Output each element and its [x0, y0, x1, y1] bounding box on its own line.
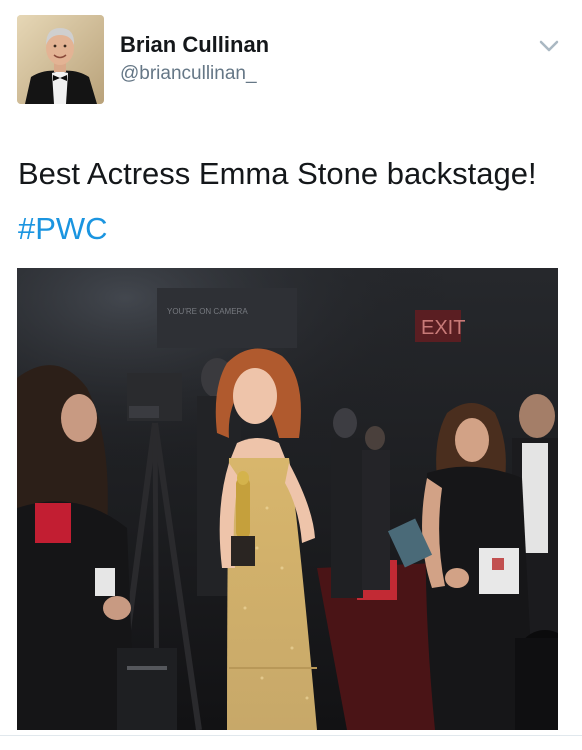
avatar-image — [17, 15, 104, 104]
divider — [0, 735, 582, 736]
avatar[interactable] — [17, 15, 104, 104]
tweet-text: Best Actress Emma Stone backstage! #PWC — [18, 146, 538, 256]
camera-sign: YOU'RE ON CAMERA — [167, 307, 248, 316]
svg-text:EXIT: EXIT — [421, 317, 465, 339]
exit-sign: EXIT — [421, 317, 465, 339]
backstage-photo-illustration: YOU'RE ON CAMERA EXIT — [17, 268, 558, 730]
author-handle[interactable]: @briancullinan_ — [120, 63, 257, 85]
hashtag-link[interactable]: #PWC — [18, 211, 108, 246]
tweet-text-body: Best Actress Emma Stone backstage! — [18, 156, 537, 191]
tweet-photo[interactable]: YOU'RE ON CAMERA EXIT — [17, 268, 558, 730]
svg-text:YOU'RE ON CAMERA: YOU'RE ON CAMERA — [167, 307, 248, 316]
tweet-card: Brian Cullinan @briancullinan_ Best Actr… — [0, 0, 582, 750]
author-display-name[interactable]: Brian Cullinan — [120, 32, 269, 58]
chevron-down-icon[interactable] — [538, 38, 560, 54]
